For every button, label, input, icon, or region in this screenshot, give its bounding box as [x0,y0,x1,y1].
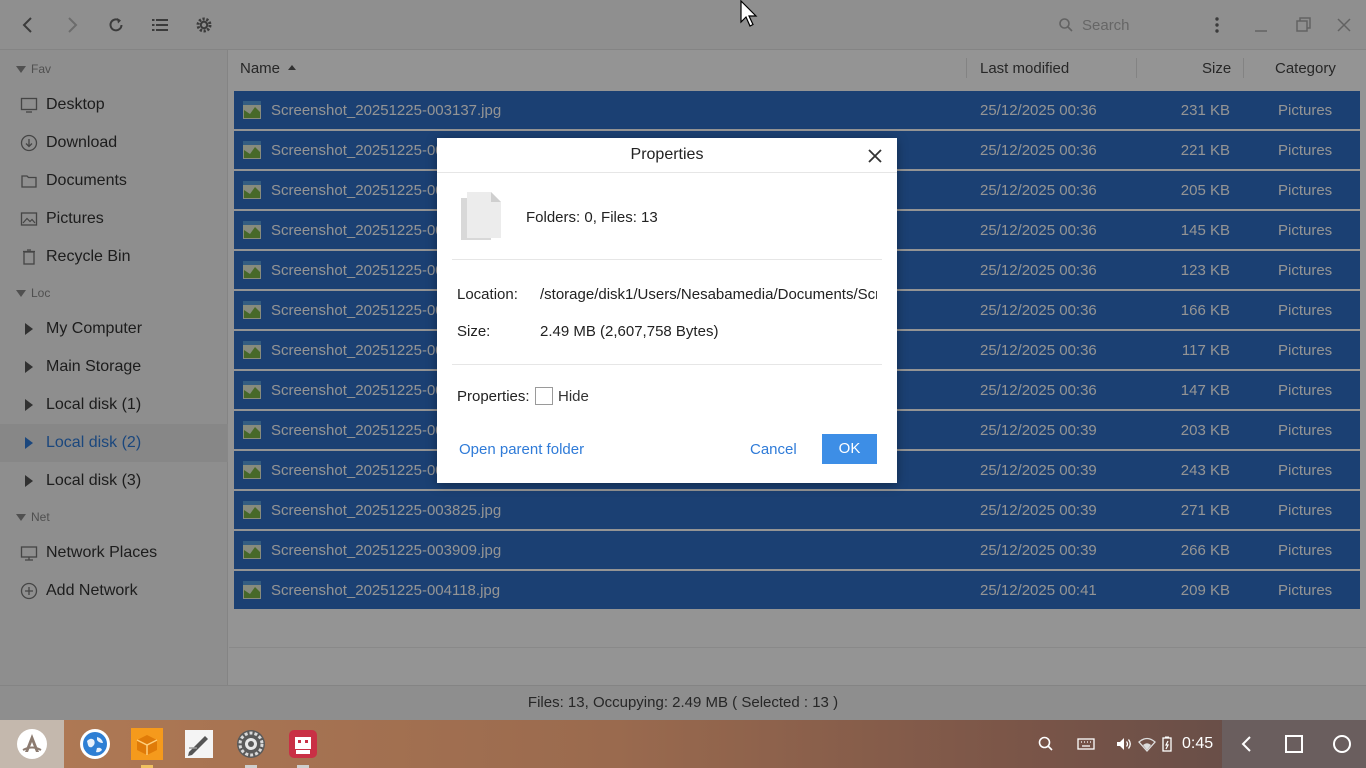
navigation-bar [1222,720,1366,768]
taskbar: 0:45 [0,720,1366,768]
divider [452,364,882,365]
location-value: /storage/disk1/Users/Nesabamedia/Documen… [540,286,877,303]
dialog-close-button[interactable] [865,146,885,166]
game-icon[interactable] [287,728,319,760]
search-icon[interactable] [1037,735,1055,753]
nav-recents-icon[interactable] [1283,733,1305,755]
volume-icon[interactable] [1115,735,1133,753]
cancel-button[interactable]: Cancel [750,441,797,458]
battery-icon[interactable] [1158,735,1176,753]
size-value: 2.49 MB (2,607,758 Bytes) [540,323,719,340]
start-button[interactable] [0,720,64,768]
location-label: Location: [457,286,518,303]
settings-icon[interactable] [235,728,267,760]
ok-button[interactable]: OK [822,434,877,464]
keyboard-icon[interactable] [1077,735,1095,753]
mouse-cursor-icon [740,0,758,27]
properties-dialog: Properties Folders: 0, Files: 13 Locatio… [437,138,897,483]
close-icon [868,149,882,163]
hide-checkbox[interactable] [535,387,553,405]
notes-icon[interactable] [183,728,215,760]
divider [452,259,882,260]
nav-back-icon[interactable] [1236,733,1258,755]
selection-count: Folders: 0, Files: 13 [526,209,658,226]
dialog-title: Properties [437,138,897,173]
start-logo-icon [17,729,47,759]
properties-label: Properties: [457,388,530,405]
wifi-icon[interactable] [1138,735,1156,753]
file-manager-icon[interactable] [131,728,163,760]
document-icon [461,192,501,240]
size-label: Size: [457,323,491,340]
clock: 0:45 [1182,735,1214,752]
hide-checkbox-label[interactable]: Hide [558,388,589,405]
nav-home-icon[interactable] [1331,733,1353,755]
open-parent-folder-link[interactable]: Open parent folder [459,441,584,458]
browser-icon[interactable] [79,728,111,760]
